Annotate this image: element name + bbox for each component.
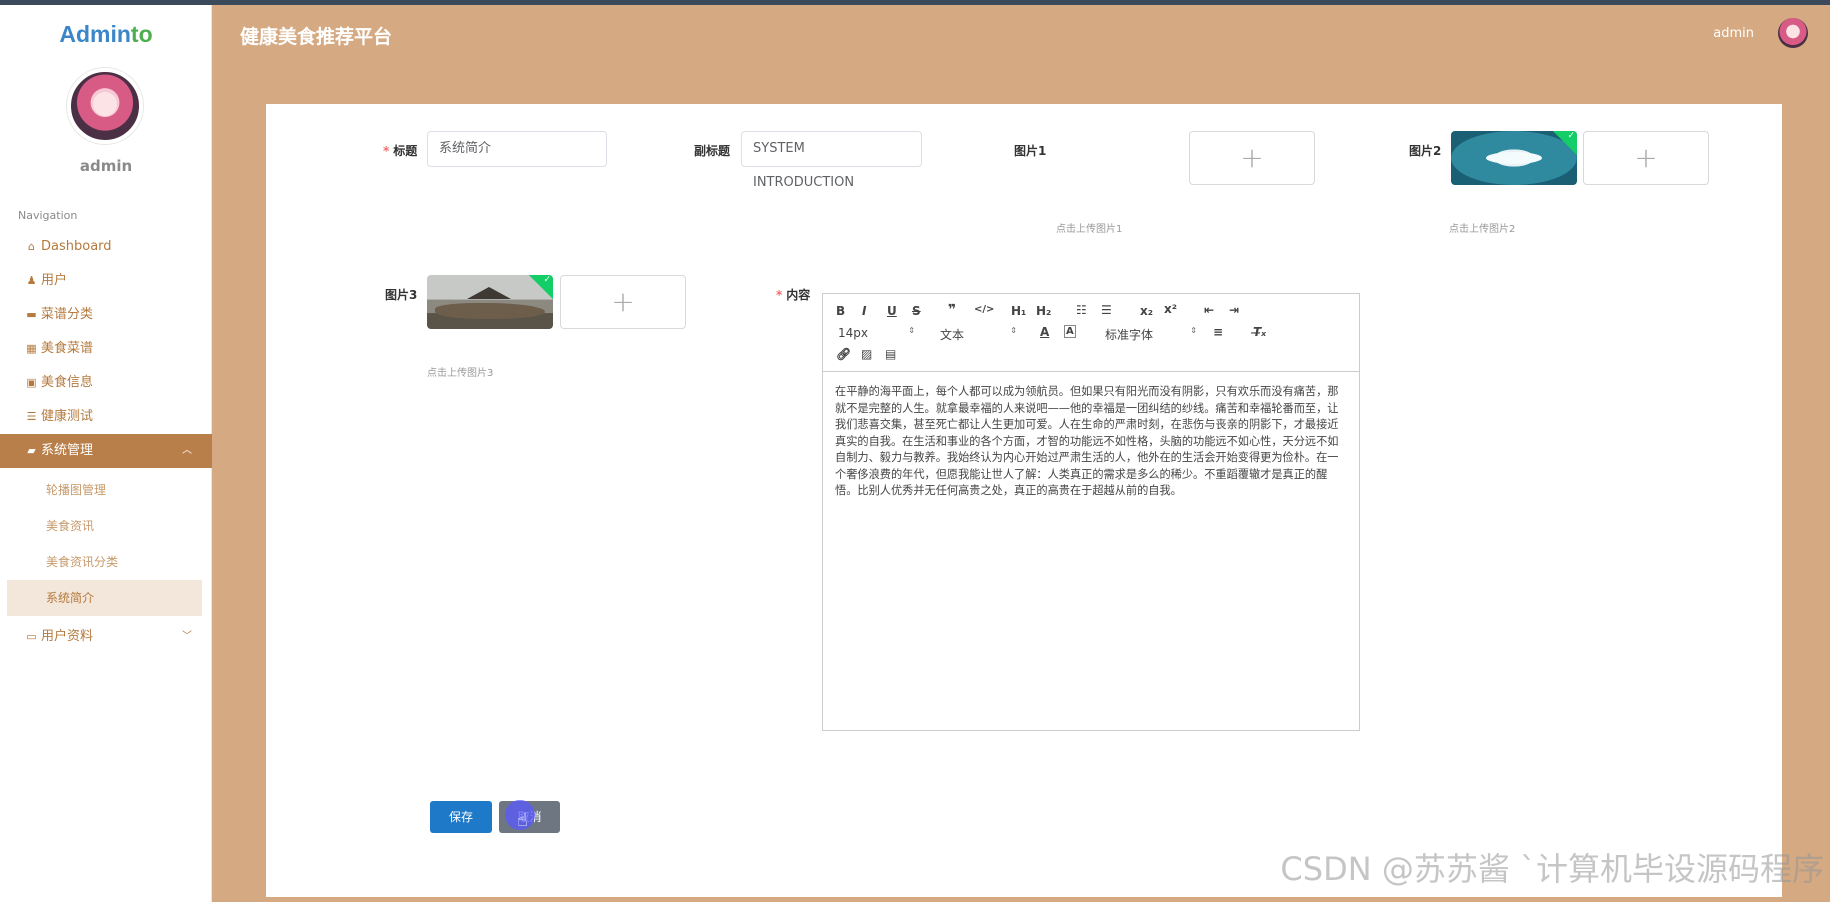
user-icon: ♟ xyxy=(26,274,37,287)
pic3-hint: 点击上传图片3 xyxy=(427,368,494,379)
bold-icon[interactable]: B xyxy=(836,304,845,318)
sidebar-subitem-food-news[interactable]: 美食资讯 xyxy=(0,508,212,544)
sidebar-username: admin xyxy=(79,157,133,175)
subscript-icon[interactable]: x₂ xyxy=(1140,304,1153,318)
nav-title: Navigation xyxy=(18,209,78,222)
font-family-select[interactable]: 标准字体 ⇕ xyxy=(1105,326,1197,343)
background-color-icon[interactable]: A xyxy=(1064,325,1076,338)
indent-icon[interactable]: ⇥ xyxy=(1229,303,1239,317)
page-title: 健康美食推荐平台 xyxy=(240,26,393,48)
nav-menu: ⌂ Dashboard ♟ 用户 ▬ 菜谱分类 ▦ 美食菜谱 ▣ 美食信息 ☰ 健康测试 ▰… xyxy=(0,230,212,654)
font-size-select[interactable]: 14px ⇕ xyxy=(838,326,915,340)
italic-icon[interactable]: I xyxy=(862,304,866,318)
briefcase-icon: ▬ xyxy=(26,308,37,321)
chat-icon: ▰ xyxy=(27,444,36,457)
clipboard-icon: ▣ xyxy=(26,376,37,389)
paragraph-select[interactable]: 文本 ⇕ xyxy=(940,326,1017,343)
top-border xyxy=(0,0,1830,5)
quote-icon[interactable]: ❞ xyxy=(948,302,956,318)
sidebar-item-recipes[interactable]: ▦ 美食菜谱 xyxy=(0,332,212,366)
pic1-label: 图片1 xyxy=(1014,144,1047,158)
sidebar-item-system[interactable]: ▰ 系统管理 ︿ xyxy=(0,434,212,468)
outdent-icon[interactable]: ⇤ xyxy=(1204,303,1214,317)
subtitle-label: 副标题 xyxy=(694,144,731,158)
link-icon[interactable]: 🔗︎ xyxy=(836,347,851,361)
select-arrow-icon: ⇕ xyxy=(1010,326,1017,335)
sidebar-item-health-test[interactable]: ☰ 健康测试 xyxy=(0,400,212,434)
chevron-up-icon: ︿ xyxy=(182,445,192,456)
sidebar-item-profile[interactable]: ▭ 用户资料 ﹀ xyxy=(0,620,212,654)
logo[interactable]: Adminto xyxy=(0,21,212,48)
pointer-cursor-icon: ☝ xyxy=(517,810,528,831)
sidebar-subitem-carousel[interactable]: 轮播图管理 xyxy=(0,472,212,508)
clear-format-icon[interactable]: T̶ₓ xyxy=(1253,325,1266,339)
superscript-icon[interactable]: x² xyxy=(1164,302,1177,316)
pic2-thumbnail[interactable]: ✓ xyxy=(1451,131,1577,185)
underline-icon[interactable]: U xyxy=(887,304,897,318)
editor-content[interactable]: 在平静的海平面上，每个人都可以成为领航员。但如果只有阳光而没有阴影，只有欢乐而没… xyxy=(835,384,1347,500)
pic3-upload[interactable]: + xyxy=(560,275,686,329)
content-label: * 内容 xyxy=(776,288,811,302)
code-icon[interactable]: </> xyxy=(974,304,994,315)
select-arrow-icon: ⇕ xyxy=(1190,326,1197,335)
sidebar-subitem-system-intro[interactable]: 系统简介 xyxy=(7,580,202,616)
plus-icon: + xyxy=(1634,141,1658,174)
watermark: CSDN @苏苏酱 `计算机毕设源码程序 xyxy=(1280,850,1824,888)
check-icon: ✓ xyxy=(1567,131,1575,141)
chevron-down-icon: ﹀ xyxy=(182,631,192,642)
sidebar-avatar xyxy=(67,68,143,144)
avatar[interactable] xyxy=(1778,18,1808,48)
ordered-list-icon[interactable]: ☷ xyxy=(1076,303,1087,317)
id-card-icon: ▭ xyxy=(26,630,37,643)
grid-icon: ▦ xyxy=(26,342,37,355)
system-submenu: 轮播图管理 美食资讯 美食资讯分类 系统简介 xyxy=(0,468,212,620)
sidebar-item-food-info[interactable]: ▣ 美食信息 xyxy=(0,366,212,400)
pic1-upload[interactable]: + xyxy=(1189,131,1315,185)
title-label: * 标题 xyxy=(383,144,418,158)
check-icon: ✓ xyxy=(543,275,551,285)
plus-icon: + xyxy=(611,285,635,318)
sidebar-item-users[interactable]: ♟ 用户 xyxy=(0,264,212,298)
h1-icon[interactable]: H₁ xyxy=(1011,304,1026,318)
font-color-icon[interactable]: A xyxy=(1040,325,1049,339)
pic2-hint: 点击上传图片2 xyxy=(1449,224,1516,235)
sidebar: Adminto admin Navigation ⌂ Dashboard ♟ 用户 … xyxy=(0,5,212,902)
content-editor: B I U S ❞ </> H₁ H₂ ☷ ☰ x₂ x² ⇤ ⇥ 14px ⇕ … xyxy=(822,293,1360,731)
subtitle-input[interactable]: SYSTEM INTRODUCTION xyxy=(741,131,922,190)
pic3-label: 图片3 xyxy=(385,288,418,302)
pic1-hint: 点击上传图片1 xyxy=(1056,224,1123,235)
align-icon[interactable]: ≡ xyxy=(1213,325,1223,339)
home-icon: ⌂ xyxy=(28,240,35,253)
bullet-list-icon[interactable]: ☰ xyxy=(1101,303,1112,317)
strike-icon[interactable]: S xyxy=(912,304,921,318)
list-icon: ☰ xyxy=(26,410,37,423)
editor-toolbar: B I U S ❞ </> H₁ H₂ ☷ ☰ x₂ x² ⇤ ⇥ 14px ⇕ … xyxy=(823,294,1359,372)
image-icon[interactable]: ▨ xyxy=(861,347,872,361)
pic2-label: 图片2 xyxy=(1409,144,1442,158)
pic3-thumbnail[interactable]: ✓ xyxy=(427,275,553,329)
sidebar-subitem-news-category[interactable]: 美食资讯分类 xyxy=(0,544,212,580)
video-icon[interactable]: ▤ xyxy=(885,347,896,361)
sidebar-item-recipe-category[interactable]: ▬ 菜谱分类 xyxy=(0,298,212,332)
header-username[interactable]: admin xyxy=(1713,26,1754,41)
title-input[interactable]: 系统简介 xyxy=(427,131,607,167)
select-arrow-icon: ⇕ xyxy=(908,326,915,335)
plus-icon: + xyxy=(1240,141,1264,174)
pic2-upload[interactable]: + xyxy=(1583,131,1709,185)
save-button[interactable]: 保存 xyxy=(430,801,492,833)
h2-icon[interactable]: H₂ xyxy=(1036,304,1051,318)
sidebar-item-dashboard[interactable]: ⌂ Dashboard xyxy=(0,230,212,264)
